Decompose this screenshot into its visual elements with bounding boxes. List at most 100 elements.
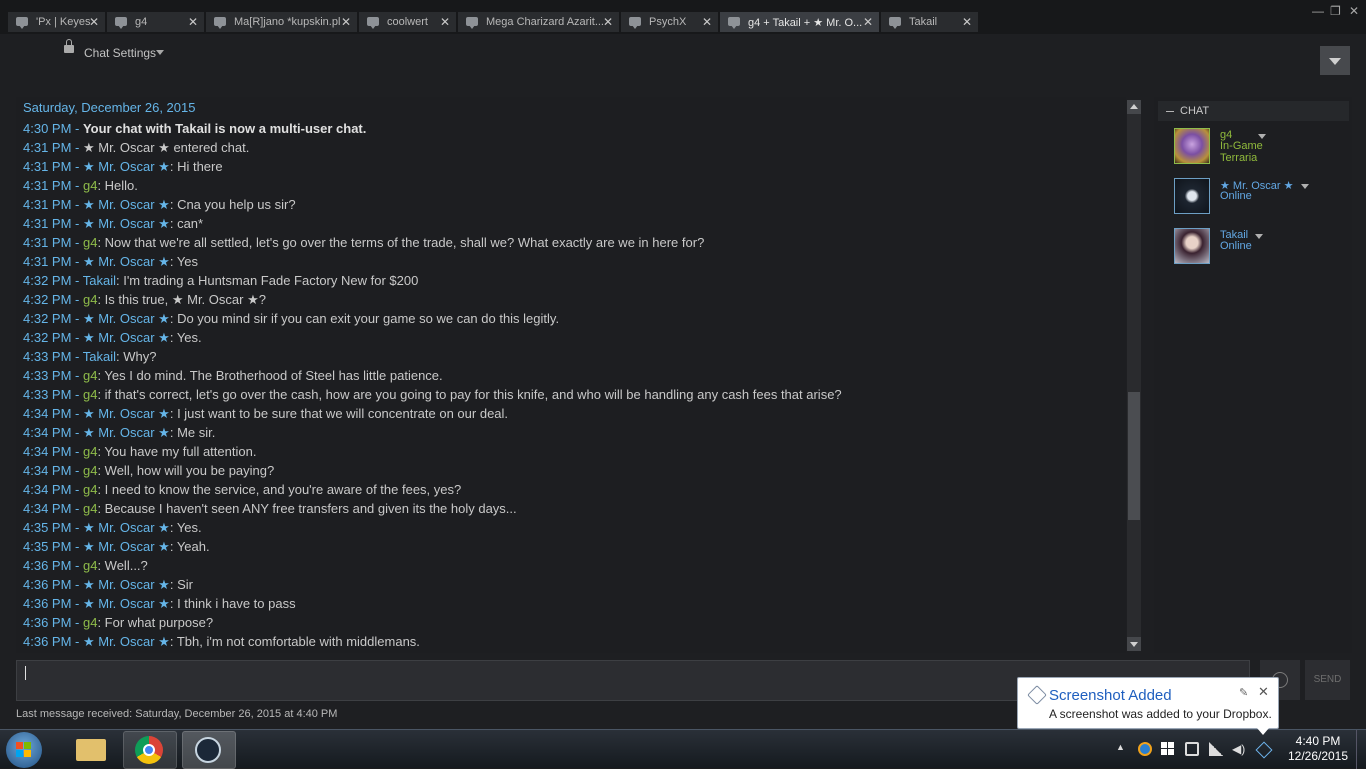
windows-flag-icon[interactable]	[1161, 742, 1175, 756]
close-icon[interactable]: ✕	[962, 15, 972, 29]
close-icon[interactable]: ✕	[702, 15, 712, 29]
tray-overflow-chevron-icon[interactable]: ▲	[1116, 742, 1130, 756]
chevron-down-icon[interactable]	[1258, 134, 1266, 139]
clock-date: 12/26/2015	[1287, 749, 1349, 763]
message-sender[interactable]: Takail	[83, 273, 116, 288]
maximize-button[interactable]: ❐	[1330, 4, 1341, 18]
chat-message: 4:36 PM - ★ Mr. Oscar ★: Sir	[23, 575, 842, 594]
message-sender[interactable]: g4	[83, 235, 97, 250]
members-header-label: CHAT	[1180, 105, 1210, 117]
chat-message: 4:35 PM - ★ Mr. Oscar ★: Yes.	[23, 518, 842, 537]
chat-message: 4:31 PM - ★ Mr. Oscar ★: Cna you help us…	[23, 195, 842, 214]
chevron-down-icon[interactable]	[156, 50, 164, 55]
message-sender[interactable]: g4	[83, 292, 97, 307]
message-sender[interactable]: ★ Mr. Oscar ★	[83, 406, 170, 421]
close-icon[interactable]: ✕	[1258, 684, 1269, 700]
message-text: : Yes.	[169, 520, 202, 535]
close-icon[interactable]: ✕	[341, 15, 351, 29]
network-signal-icon[interactable]	[1209, 742, 1223, 756]
minimize-button[interactable]: —	[1312, 4, 1324, 18]
chat-tab-psychx[interactable]: PsychX ✕	[621, 12, 719, 32]
close-icon[interactable]: ✕	[188, 15, 198, 29]
chat-scrollbar[interactable]	[1127, 100, 1141, 651]
members-header[interactable]: CHAT	[1158, 101, 1349, 121]
chevron-down-icon[interactable]	[1301, 184, 1309, 189]
message-sender[interactable]: ★ Mr. Oscar ★	[83, 254, 170, 269]
message-sender[interactable]: g4	[83, 615, 97, 630]
system-clock[interactable]: 4:40 PM 12/26/2015	[1283, 734, 1353, 764]
windows-logo-icon	[16, 742, 32, 758]
message-sender[interactable]: g4	[83, 482, 97, 497]
dropbox-notification[interactable]: Screenshot Added A screenshot was added …	[1017, 677, 1279, 729]
avatar[interactable]	[1174, 128, 1210, 164]
message-sender[interactable]: g4	[83, 444, 97, 459]
avatar[interactable]	[1174, 178, 1210, 214]
taskbar-chrome-button[interactable]	[123, 731, 177, 769]
start-button[interactable]	[6, 732, 42, 768]
message-sender[interactable]: ★ Mr. Oscar ★	[83, 577, 170, 592]
chat-tab-takail[interactable]: Takail ✕	[881, 12, 979, 32]
chat-message: 4:30 PM - Your chat with Takail is now a…	[23, 119, 842, 138]
close-icon[interactable]: ✕	[440, 15, 450, 29]
show-desktop-button[interactable]	[1356, 730, 1366, 769]
scroll-down-button[interactable]	[1127, 637, 1141, 651]
send-button[interactable]: SEND	[1305, 660, 1350, 700]
message-sender[interactable]: ★ Mr. Oscar ★	[83, 311, 170, 326]
chat-tab-px-keyes[interactable]: 'Px | Keyes ✕	[8, 12, 106, 32]
message-sender[interactable]: ★ Mr. Oscar ★	[83, 425, 170, 440]
taskbar-steam-button[interactable]	[182, 731, 236, 769]
chat-tab-coolwert[interactable]: coolwert ✕	[359, 12, 457, 32]
window-dropdown-button[interactable]	[1320, 46, 1350, 75]
message-timestamp: 4:32 PM -	[23, 330, 83, 345]
pencil-icon[interactable]: ✎	[1239, 686, 1248, 699]
chat-tab-marjano[interactable]: Ma[R]jano *kupskin.pl ✕	[206, 12, 358, 32]
member-mr-oscar[interactable]: ★ Mr. Oscar ★ Online	[1174, 178, 1349, 218]
message-sender[interactable]: ★ Mr. Oscar ★	[83, 216, 170, 231]
chat-date-header: Saturday, December 26, 2015	[23, 100, 196, 115]
scrollbar-thumb[interactable]	[1128, 392, 1140, 520]
device-icon[interactable]	[1185, 742, 1199, 756]
message-text: ★ Mr. Oscar ★ entered chat.	[82, 140, 250, 155]
chat-message: 4:31 PM - ★ Mr. Oscar ★: Hi there	[23, 157, 842, 176]
message-text: : if that's correct, let's go over the c…	[97, 387, 842, 402]
message-sender[interactable]: ★ Mr. Oscar ★	[83, 197, 170, 212]
message-sender[interactable]: ★ Mr. Oscar ★	[83, 596, 170, 611]
firefox-icon[interactable]	[1138, 742, 1152, 756]
scroll-up-button[interactable]	[1127, 100, 1141, 114]
taskbar-explorer-button[interactable]	[66, 731, 118, 767]
chat-message: 4:36 PM - g4: For what purpose?	[23, 613, 842, 632]
message-sender[interactable]: ★ Mr. Oscar ★	[83, 520, 170, 535]
dropbox-icon[interactable]	[1255, 741, 1273, 759]
chevron-down-icon[interactable]	[1255, 234, 1263, 239]
close-window-button[interactable]: ✕	[1349, 4, 1359, 18]
message-sender[interactable]: Takail	[83, 349, 116, 364]
message-sender[interactable]: ★ Mr. Oscar ★	[83, 159, 170, 174]
message-sender[interactable]: g4	[83, 387, 97, 402]
message-sender[interactable]: g4	[83, 558, 97, 573]
message-sender[interactable]: g4	[83, 463, 97, 478]
chat-tab-group[interactable]: g4 + Takail + ★ Mr. O... ✕	[720, 12, 880, 32]
collapse-icon[interactable]	[1166, 111, 1174, 112]
message-sender[interactable]: g4	[83, 368, 97, 383]
message-text: : Well...?	[97, 558, 148, 573]
volume-icon[interactable]: ◀)	[1232, 742, 1246, 756]
message-sender[interactable]: ★ Mr. Oscar ★	[83, 539, 170, 554]
message-sender[interactable]: g4	[83, 501, 97, 516]
chat-tab-mega-charizard[interactable]: Mega Charizard Azarit... ✕	[458, 12, 620, 32]
chat-message: 4:34 PM - g4: Well, how will you be payi…	[23, 461, 842, 480]
message-sender[interactable]: g4	[83, 178, 97, 193]
chat-settings-menu[interactable]: Chat Settings	[84, 46, 156, 60]
member-takail[interactable]: Takail Online	[1174, 228, 1349, 268]
chat-tab-g4[interactable]: g4 ✕	[107, 12, 205, 32]
close-icon[interactable]: ✕	[89, 15, 99, 29]
chat-log: Saturday, December 26, 2015 4:30 PM - Yo…	[16, 97, 1126, 653]
message-sender[interactable]: ★ Mr. Oscar ★	[83, 634, 170, 649]
message-timestamp: 4:34 PM -	[23, 406, 83, 421]
close-icon[interactable]: ✕	[863, 15, 873, 29]
avatar[interactable]	[1174, 228, 1210, 264]
message-sender[interactable]: ★ Mr. Oscar ★	[83, 330, 170, 345]
member-g4[interactable]: g4 In-Game Terraria	[1174, 128, 1349, 168]
message-timestamp: 4:34 PM -	[23, 482, 83, 497]
close-icon[interactable]: ✕	[603, 15, 613, 29]
chat-message: 4:32 PM - ★ Mr. Oscar ★: Yes.	[23, 328, 842, 347]
